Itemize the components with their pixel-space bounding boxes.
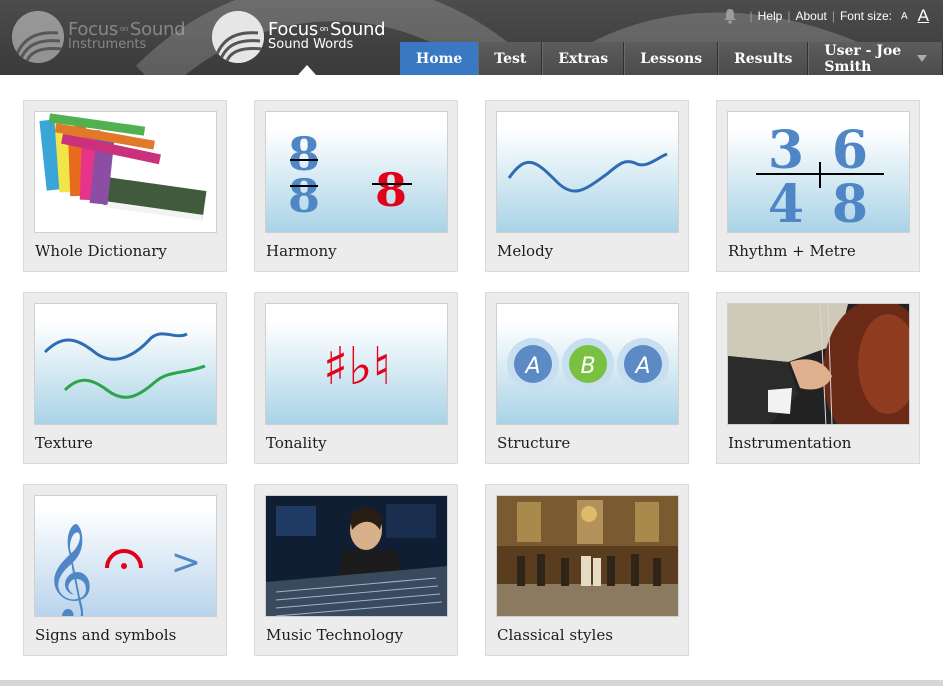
card-instrumentation[interactable]: Instrumentation <box>716 292 920 464</box>
harmony-glyph: 8 <box>288 169 320 223</box>
card-music-technology[interactable]: Music Technology <box>254 484 458 656</box>
tab-lessons[interactable]: Lessons <box>624 42 719 75</box>
active-logo-caret <box>298 65 316 75</box>
card-label: Tonality <box>266 434 327 452</box>
aba-form-icon: A B A <box>496 303 679 425</box>
melody-line-icon <box>496 111 679 233</box>
time-signature-icon: 3 4 6 8 <box>727 111 910 233</box>
logo-sound-words[interactable]: Focus on Sound Sound Words <box>212 10 386 64</box>
tab-extras[interactable]: Extras <box>542 42 625 75</box>
logo-brand: Focus on Sound <box>68 18 186 40</box>
time-signature-glyph: 4 <box>768 174 804 233</box>
tab-user-menu[interactable]: User - Joe Smith <box>808 42 943 75</box>
accent-icon: > <box>171 542 201 583</box>
card-whole-dictionary[interactable]: Whole Dictionary <box>23 100 227 272</box>
form-section-glyph: A <box>523 354 540 379</box>
tab-test[interactable]: Test <box>478 42 543 75</box>
books-image <box>34 111 217 233</box>
time-signature-glyph: 6 <box>832 120 868 181</box>
card-label: Signs and symbols <box>35 626 177 644</box>
card-label: Texture <box>35 434 93 452</box>
bell-icon[interactable] <box>723 8 737 24</box>
signs-symbols-icon: 𝄞 > <box>34 495 217 617</box>
logo-brand: Focus on Sound <box>268 18 386 40</box>
card-label: Harmony <box>266 242 337 260</box>
card-texture[interactable]: Texture <box>23 292 227 464</box>
font-size-small-button[interactable]: A <box>901 11 908 22</box>
double-bass-photo <box>727 303 910 425</box>
divider: | <box>749 9 753 23</box>
card-structure[interactable]: A B A Structure <box>485 292 689 464</box>
harmony-icon: 8 8 8 <box>265 111 448 233</box>
treble-clef-icon: 𝄞 <box>44 522 94 617</box>
harmony-glyph: 8 <box>375 163 407 217</box>
card-label: Classical styles <box>497 626 613 644</box>
card-melody[interactable]: Melody <box>485 100 689 272</box>
mixing-desk-photo <box>265 495 448 617</box>
time-signature-glyph: 8 <box>832 174 868 233</box>
card-signs-symbols[interactable]: 𝄞 > Signs and symbols <box>23 484 227 656</box>
tab-home[interactable]: Home <box>400 42 479 75</box>
card-tonality[interactable]: ♯♭♮ Tonality <box>254 292 458 464</box>
card-rhythm-metre[interactable]: 3 4 6 8 Rhythm + Metre <box>716 100 920 272</box>
baroque-painting <box>496 495 679 617</box>
card-harmony[interactable]: 8 8 8 Harmony <box>254 100 458 272</box>
card-label: Melody <box>497 242 554 260</box>
accidentals-icon: ♯♭♮ <box>265 303 448 425</box>
texture-lines-icon <box>34 303 217 425</box>
card-label: Whole Dictionary <box>35 242 167 260</box>
main-nav: Home Test Extras Lessons Results User - … <box>400 42 943 75</box>
chevron-down-icon <box>917 55 927 62</box>
logo-instruments[interactable]: Focus on Sound Instruments <box>12 10 186 64</box>
logo-mark-icon <box>212 11 264 63</box>
card-classical-styles[interactable]: Classical styles <box>485 484 689 656</box>
divider: | <box>831 9 835 23</box>
card-label: Rhythm + Metre <box>728 242 856 260</box>
font-size-label: Font size: <box>839 9 892 23</box>
utility-bar: | Help | About | Font size: A A <box>723 6 929 26</box>
card-label: Structure <box>497 434 571 452</box>
card-label: Instrumentation <box>728 434 852 452</box>
about-link[interactable]: About <box>795 9 826 23</box>
app-header: Focus on Sound Instruments Focus on Sound So… <box>0 0 943 75</box>
font-size-large-button[interactable]: A <box>918 6 929 26</box>
tab-results[interactable]: Results <box>718 42 809 75</box>
help-link[interactable]: Help <box>758 9 783 23</box>
form-section-glyph: B <box>580 354 595 379</box>
logo-mark-icon <box>12 11 64 63</box>
footer-bar <box>0 680 943 686</box>
card-label: Music Technology <box>266 626 404 644</box>
time-signature-glyph: 3 <box>768 120 804 181</box>
divider: | <box>787 9 791 23</box>
accidental-glyphs: ♯♭♮ <box>323 337 391 397</box>
form-section-glyph: A <box>633 354 650 379</box>
